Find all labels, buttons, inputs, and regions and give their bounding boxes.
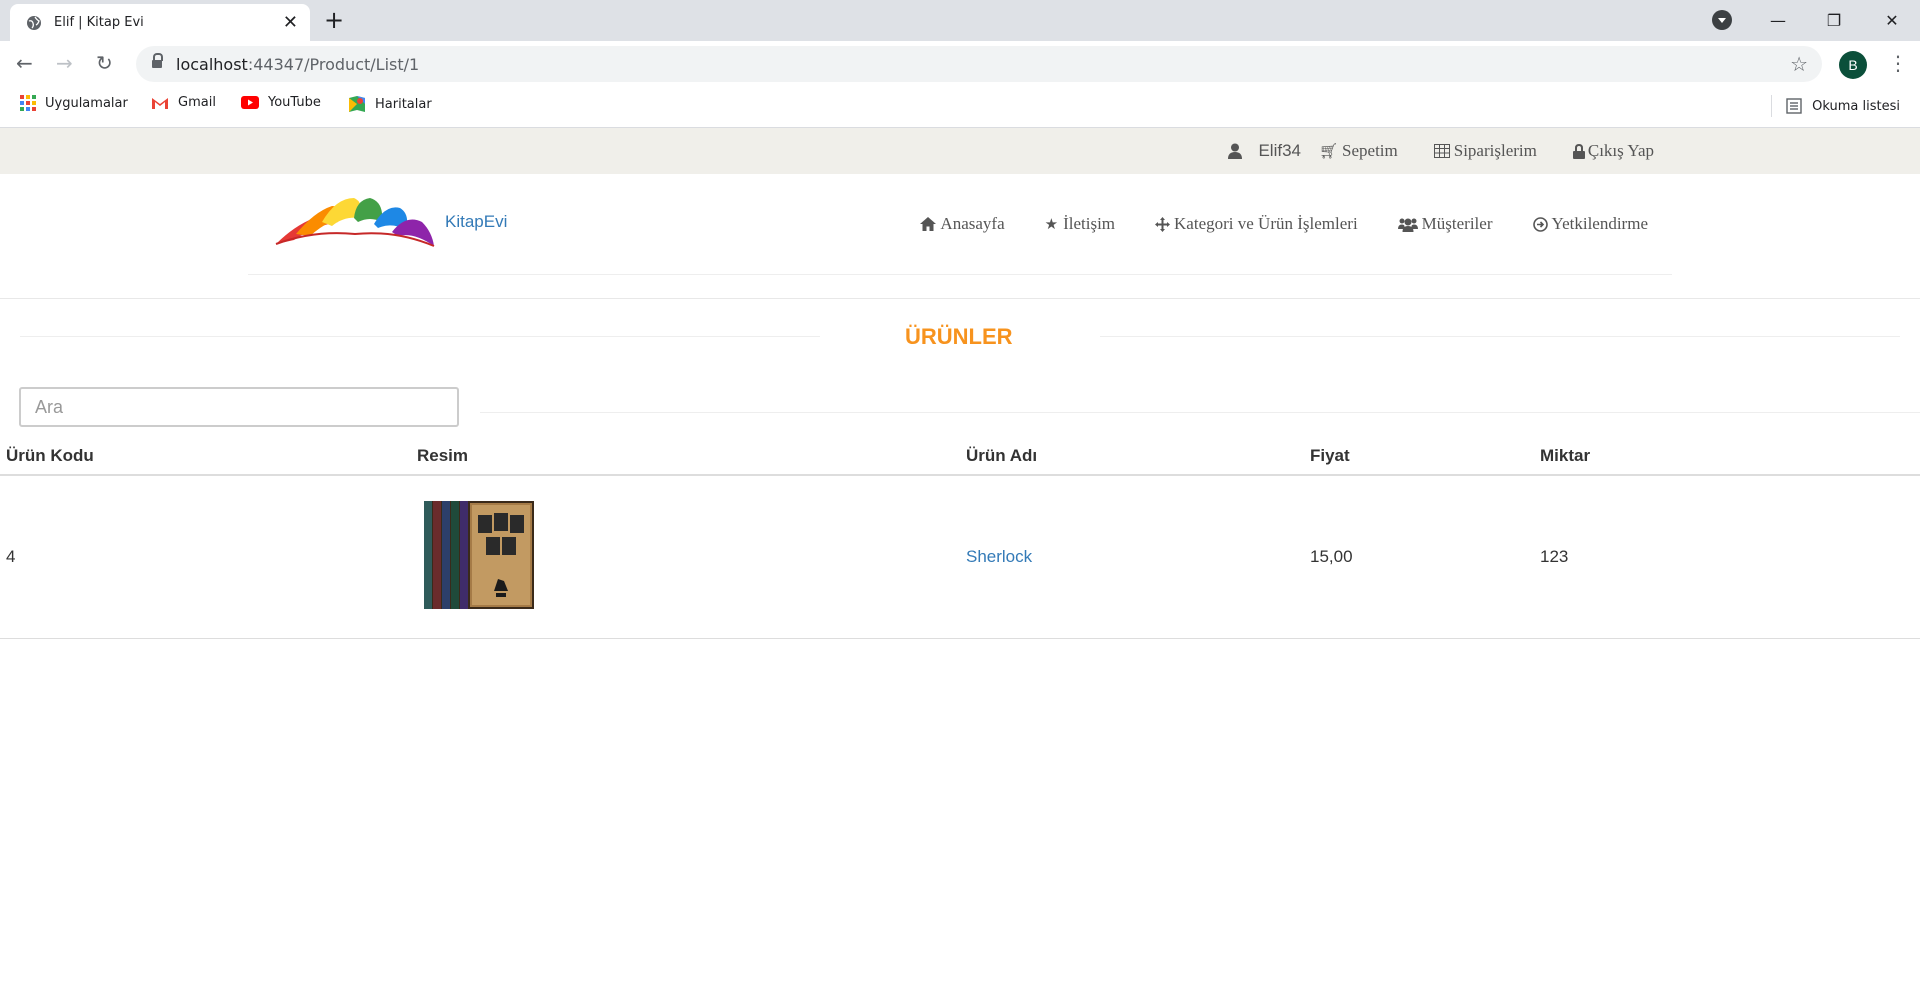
users-icon (1397, 218, 1418, 232)
maps-icon (349, 96, 365, 112)
reading-list-icon (1786, 98, 1802, 114)
url-text: localhost:44347/Product/List/1 (176, 54, 420, 74)
section-header: ÜRÜNLER (0, 322, 1920, 352)
bookmark-gmail[interactable]: Gmail (151, 95, 216, 110)
nav-authorization[interactable]: Yetkilendirme (1532, 214, 1648, 234)
bookmark-youtube[interactable]: YouTube (241, 95, 321, 110)
product-name-cell: Sherlock (960, 475, 1304, 639)
reading-list[interactable]: Okuma listesi (1771, 95, 1900, 117)
bookmark-star-icon[interactable]: ☆ (1790, 52, 1808, 77)
product-code: 4 (0, 475, 411, 639)
column-header-name: Ürün Adı (960, 438, 1304, 476)
browser-toolbar: ← → ↻ localhost:44347/Product/List/1 ☆ B… (0, 41, 1920, 87)
close-icon[interactable]: ✕ (283, 12, 298, 33)
brand-link[interactable]: KitapEvi (445, 212, 507, 232)
main-nav: Anasayfa ★ İletişim Kategori ve Ürün İşl… (880, 214, 1648, 234)
table-icon (1433, 144, 1450, 158)
nav-home[interactable]: Anasayfa (920, 214, 1005, 234)
browser-tab[interactable]: Elif | Kitap Evi ✕ (10, 4, 310, 41)
header-divider (0, 298, 1920, 299)
youtube-icon (241, 96, 259, 109)
address-bar[interactable]: localhost:44347/Product/List/1 ☆ (136, 46, 1822, 82)
product-price: 15,00 (1304, 475, 1534, 639)
bookmark-apps[interactable]: Uygulamalar (20, 95, 128, 111)
globe-icon (27, 15, 41, 30)
product-image[interactable] (422, 499, 536, 611)
reload-icon[interactable]: ↻ (96, 51, 113, 75)
nav-customers[interactable]: Müşteriler (1397, 214, 1493, 234)
site-header: KitapEvi Anasayfa ★ İletişim Kategori ve… (248, 174, 1672, 275)
username: Elif34 (1258, 141, 1301, 160)
orders-link[interactable]: Siparişlerim (1433, 141, 1537, 161)
column-header-image: Resim (411, 438, 960, 476)
move-icon (1155, 216, 1171, 232)
logout-link[interactable]: Çıkış Yap (1572, 141, 1654, 161)
back-arrow-icon[interactable]: ← (16, 51, 33, 75)
kitapevi-logo[interactable] (274, 196, 436, 248)
cart-link[interactable]: 🛒︎ Sepetim (1319, 141, 1398, 161)
product-name-link[interactable]: Sherlock (966, 547, 1032, 566)
user-menu[interactable]: Elif34 (1228, 141, 1301, 161)
column-header-quantity: Miktar (1534, 438, 1920, 476)
menu-kebab-icon[interactable]: ⋮ (1888, 51, 1908, 75)
column-header-price: Fiyat (1304, 438, 1534, 476)
gmail-icon (152, 97, 168, 109)
lock-icon (1572, 143, 1585, 159)
browser-tabstrip: Elif | Kitap Evi ✕ + — ❐ ✕ (0, 0, 1920, 41)
title-line-right (1100, 336, 1900, 337)
title-line-left (20, 336, 820, 337)
nav-contact[interactable]: ★ İletişim (1045, 214, 1115, 234)
bookmarks-separator (1771, 95, 1773, 117)
profile-avatar[interactable]: B (1839, 51, 1867, 79)
apps-grid-icon (20, 95, 36, 111)
bookmark-maps[interactable]: Haritalar (348, 95, 432, 113)
product-image-cell (411, 475, 960, 639)
site-topbar: Elif34 🛒︎ Sepetim Siparişlerim Çıkış Yap (0, 128, 1920, 174)
restore-icon[interactable]: ❐ (1806, 0, 1862, 41)
table-header-row: Ürün Kodu Resim Ürün Adı Fiyat Miktar (0, 438, 1920, 476)
column-header-code: Ürün Kodu (0, 438, 411, 476)
nav-category-product[interactable]: Kategori ve Ürün İşlemleri (1155, 214, 1358, 234)
search-divider (480, 412, 1920, 413)
table-row: 4 Sherlock 15,00 123 (0, 475, 1920, 639)
tab-title: Elif | Kitap Evi (54, 15, 144, 30)
product-quantity: 123 (1534, 475, 1920, 639)
star-icon: ★ (1044, 215, 1059, 233)
tab-search-icon[interactable] (1712, 10, 1732, 30)
page-title: ÜRÜNLER (905, 324, 1013, 349)
new-tab-icon[interactable]: + (324, 6, 344, 34)
lock-icon (152, 53, 163, 70)
user-icon (1228, 143, 1243, 159)
forward-arrow-icon[interactable]: → (56, 51, 73, 75)
window-close-icon[interactable]: ✕ (1864, 0, 1920, 41)
bookmarks-bar: Uygulamalar Gmail YouTube Haritalar Okum… (0, 87, 1920, 128)
home-icon (920, 217, 937, 231)
circle-arrow-icon (1532, 216, 1548, 232)
search-input[interactable] (19, 387, 459, 427)
cart-icon: 🛒︎ (1318, 142, 1339, 160)
products-table: Ürün Kodu Resim Ürün Adı Fiyat Miktar 4 (0, 438, 1920, 639)
minimize-icon[interactable]: — (1750, 0, 1806, 41)
